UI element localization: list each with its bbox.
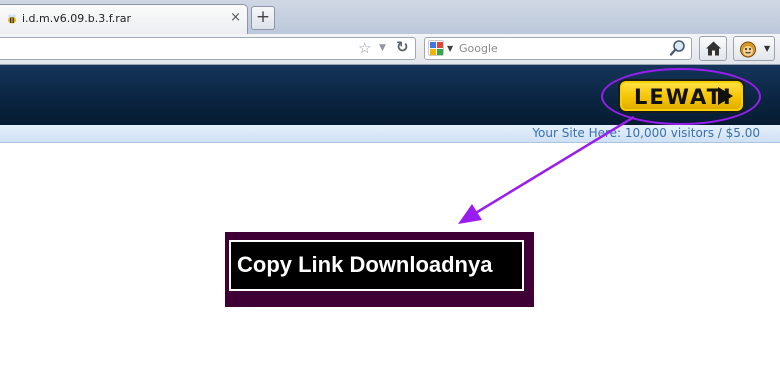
download-link-label: Copy Link Downloadnya bbox=[237, 252, 493, 277]
download-link-box: Copy Link Downloadnya bbox=[225, 232, 534, 307]
download-link-button[interactable]: Copy Link Downloadnya bbox=[229, 240, 524, 291]
annotation-arrow-icon bbox=[458, 115, 635, 224]
